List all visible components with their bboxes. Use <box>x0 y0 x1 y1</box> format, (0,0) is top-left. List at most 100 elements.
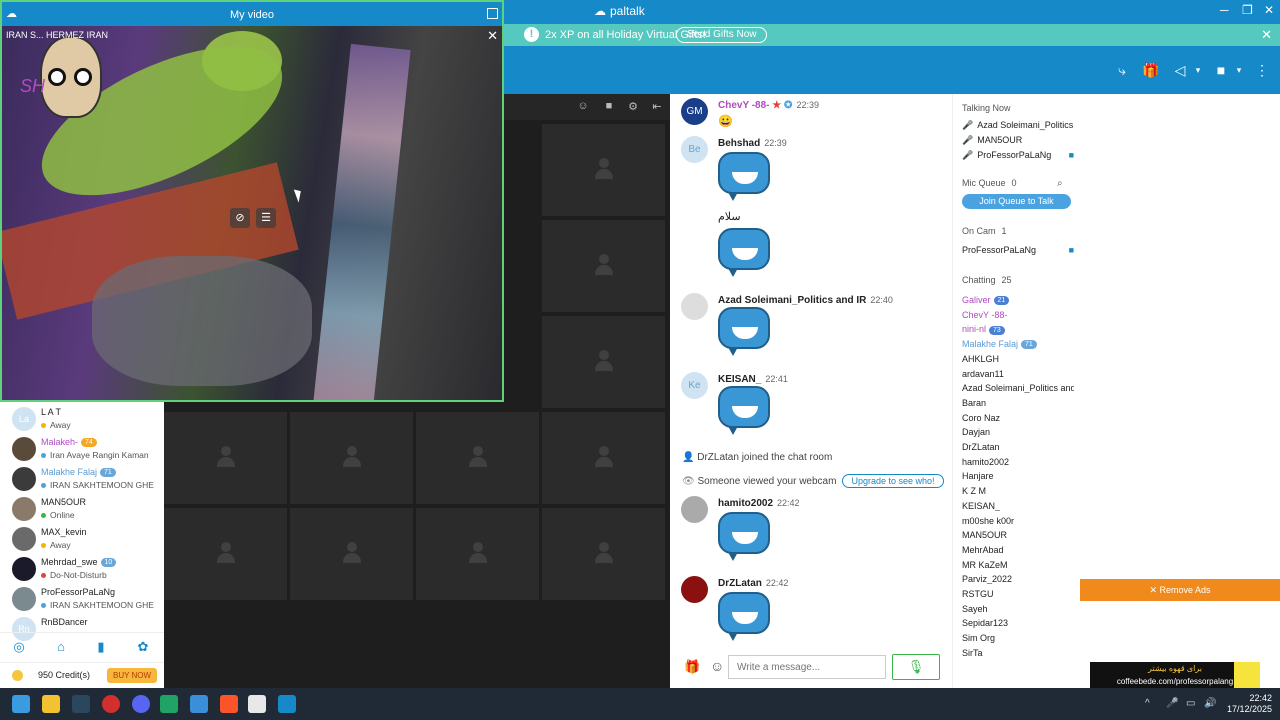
video-settings-icon[interactable]: ☰ <box>256 208 276 228</box>
network-icon[interactable]: ▭ <box>1186 698 1195 709</box>
clock[interactable]: 22:42 17/12/2025 <box>1227 693 1272 715</box>
chatting-user[interactable]: m00she k00r <box>962 516 1074 526</box>
leaderboard-icon[interactable]: ▮ <box>94 640 108 654</box>
system-message: 👁 Someone viewed your webcam Upgrade to s… <box>682 474 944 488</box>
video-camera-icon[interactable]: ■ <box>1212 62 1230 78</box>
share-icon[interactable]: ⤷ <box>1113 62 1131 78</box>
upgrade-button[interactable]: Upgrade to see who! <box>842 474 944 488</box>
opera-icon[interactable] <box>102 695 120 713</box>
message-author[interactable]: hamito2002 <box>718 498 773 509</box>
chatting-user[interactable]: DrZLatan <box>962 442 1074 452</box>
chatting-user[interactable]: hamito2002 <box>962 457 1074 467</box>
chatting-user[interactable]: Malakhe Falaj 71 <box>962 339 1074 350</box>
chevron-down-icon[interactable]: ▾ <box>1230 62 1248 78</box>
chatting-user[interactable]: Dayjan <box>962 427 1074 437</box>
discord-icon[interactable] <box>132 695 150 713</box>
contact-name: MAN5OUR <box>41 497 87 507</box>
contact-row[interactable]: MAX_kevin Away <box>0 524 164 554</box>
brave-icon[interactable] <box>220 695 238 713</box>
chevron-down-icon[interactable]: ▾ <box>1189 62 1207 78</box>
microphone-button[interactable]: 🎙 <box>892 654 940 680</box>
chatting-user[interactable]: Hanjare <box>962 471 1074 481</box>
chatting-user[interactable]: K Z M <box>962 486 1074 496</box>
contact-row[interactable]: ProFessorPaLaNg IRAN SAKHTEMOON GHE <box>0 584 164 614</box>
chatting-user[interactable]: KEISAN_ <box>962 501 1074 511</box>
start-icon[interactable] <box>12 695 30 713</box>
close-video-icon[interactable]: ✕ <box>487 28 498 44</box>
chatting-user[interactable]: nini-nl 73 <box>962 324 1074 335</box>
chatting-user[interactable]: Sim Org <box>962 633 1074 643</box>
chatting-user[interactable]: AHKLGH <box>962 354 1074 364</box>
collapse-icon[interactable]: ⇤ <box>650 100 664 114</box>
minimize-button[interactable]: ─ <box>1220 3 1229 17</box>
chatting-user[interactable]: ChevY -88- <box>962 310 1074 320</box>
compass-icon[interactable]: ◎ <box>12 640 26 654</box>
cam-icon: ■ <box>1068 150 1074 160</box>
file-explorer-icon[interactable] <box>42 695 60 713</box>
chatting-user[interactable]: RSTGU <box>962 589 1074 599</box>
buy-now-button[interactable]: BUY NOW <box>107 668 158 683</box>
paltalk-taskbar-icon[interactable] <box>278 695 296 713</box>
close-banner-icon[interactable]: ✕ <box>1261 27 1272 43</box>
send-gifts-button[interactable]: Send Gifts Now <box>676 27 768 43</box>
chatting-user[interactable]: ardavan11 <box>962 369 1074 379</box>
remove-ads-button[interactable]: ✕ Remove Ads <box>1080 579 1280 601</box>
chevron-up-icon[interactable]: ^ <box>1145 698 1150 709</box>
contact-row[interactable]: MAN5OUR Online <box>0 494 164 524</box>
app-icon[interactable] <box>248 695 266 713</box>
chatting-user[interactable]: Sepidar123 <box>962 618 1074 628</box>
contact-row[interactable]: La L A T Away <box>0 404 164 434</box>
more-options-icon[interactable]: ⋮ <box>1253 62 1271 78</box>
app-icon[interactable] <box>190 695 208 713</box>
message-author[interactable]: ChevY -88- <box>718 100 770 111</box>
chatting-user[interactable]: Coro Naz <box>962 413 1074 423</box>
gift-icon[interactable]: 🎁 <box>684 659 700 675</box>
bottom-nav: ◎ ⌂ ▮ ✿ <box>0 632 164 660</box>
message-author[interactable]: DrZLatan <box>718 578 762 589</box>
chatting-user[interactable]: Baran <box>962 398 1074 408</box>
chatting-user[interactable]: Parviz_2022 <box>962 574 1074 584</box>
close-window-button[interactable]: ✕ <box>1264 3 1274 17</box>
contact-row[interactable]: Mehrdad_swe 10 Do-Not-Disturb <box>0 554 164 584</box>
message-author[interactable]: KEISAN_ <box>718 374 761 385</box>
chatting-user[interactable]: Galiver 21 <box>962 295 1074 306</box>
talking-user[interactable]: 🎤 ProFessorPaLaNg ■ <box>962 150 1074 161</box>
popout-icon[interactable] <box>487 8 498 19</box>
contact-row[interactable]: Malakeh- 74 Iran Avaye Rangin Kaman <box>0 434 164 464</box>
chatting-user[interactable]: SirTa <box>962 648 1074 658</box>
on-cam-user[interactable]: ProFessorPaLaNg ■ <box>962 245 1074 255</box>
camera-off-icon[interactable]: ⊘ <box>230 208 250 228</box>
empty-cam-slot <box>542 508 665 600</box>
message-author[interactable]: Azad Soleimani_Politics and IR <box>718 295 866 306</box>
my-video-window[interactable]: My video ☁ SH IRAN S... HERMEZ IRAN ✕ ⊘ … <box>0 0 504 402</box>
contact-row[interactable]: Malakhe Falaj 71 IRAN SAKHTEMOON GHE <box>0 464 164 494</box>
user-icon: 👤 <box>682 452 695 463</box>
app-icon[interactable] <box>160 695 178 713</box>
user-placeholder-icon <box>343 542 361 564</box>
message-author[interactable]: Behshad <box>718 138 760 149</box>
user-placeholder-icon <box>217 446 235 468</box>
chatting-user[interactable]: MR KaZeM <box>962 560 1074 570</box>
message-input[interactable] <box>728 655 886 679</box>
chatting-user[interactable]: MehrAbad <box>962 545 1074 555</box>
announce-icon[interactable]: ◁ <box>1171 62 1189 78</box>
steam-icon[interactable] <box>72 695 90 713</box>
talking-user[interactable]: 🎤 Azad Soleimani_Politics a <box>962 120 1074 131</box>
restore-button[interactable]: ❐ <box>1242 3 1253 17</box>
chatting-user[interactable]: MAN5OUR <box>962 530 1074 540</box>
join-queue-button[interactable]: Join Queue to Talk <box>962 194 1071 209</box>
users-icon[interactable]: ☺ <box>576 100 590 114</box>
volume-icon[interactable]: 🔊 <box>1204 698 1216 709</box>
microphone-icon[interactable]: 🎤 <box>1166 698 1178 709</box>
home-icon[interactable]: ⌂ <box>54 640 68 654</box>
chatting-header: Chatting 25 <box>962 275 1012 285</box>
settings-icon[interactable]: ⚙ <box>626 100 640 114</box>
chatting-user[interactable]: Azad Soleimani_Politics and <box>962 383 1074 393</box>
emoji-icon[interactable]: ☺ <box>710 658 724 674</box>
camera-icon[interactable]: ■ <box>602 100 616 114</box>
chatting-user[interactable]: Sayeh <box>962 604 1074 614</box>
gift-icon[interactable]: 🎁 <box>1142 62 1160 78</box>
search-icon[interactable]: ⌕ <box>1057 178 1063 189</box>
rewards-icon[interactable]: ✿ <box>136 640 150 654</box>
talking-user[interactable]: 🎤 MAN5OUR <box>962 135 1074 146</box>
